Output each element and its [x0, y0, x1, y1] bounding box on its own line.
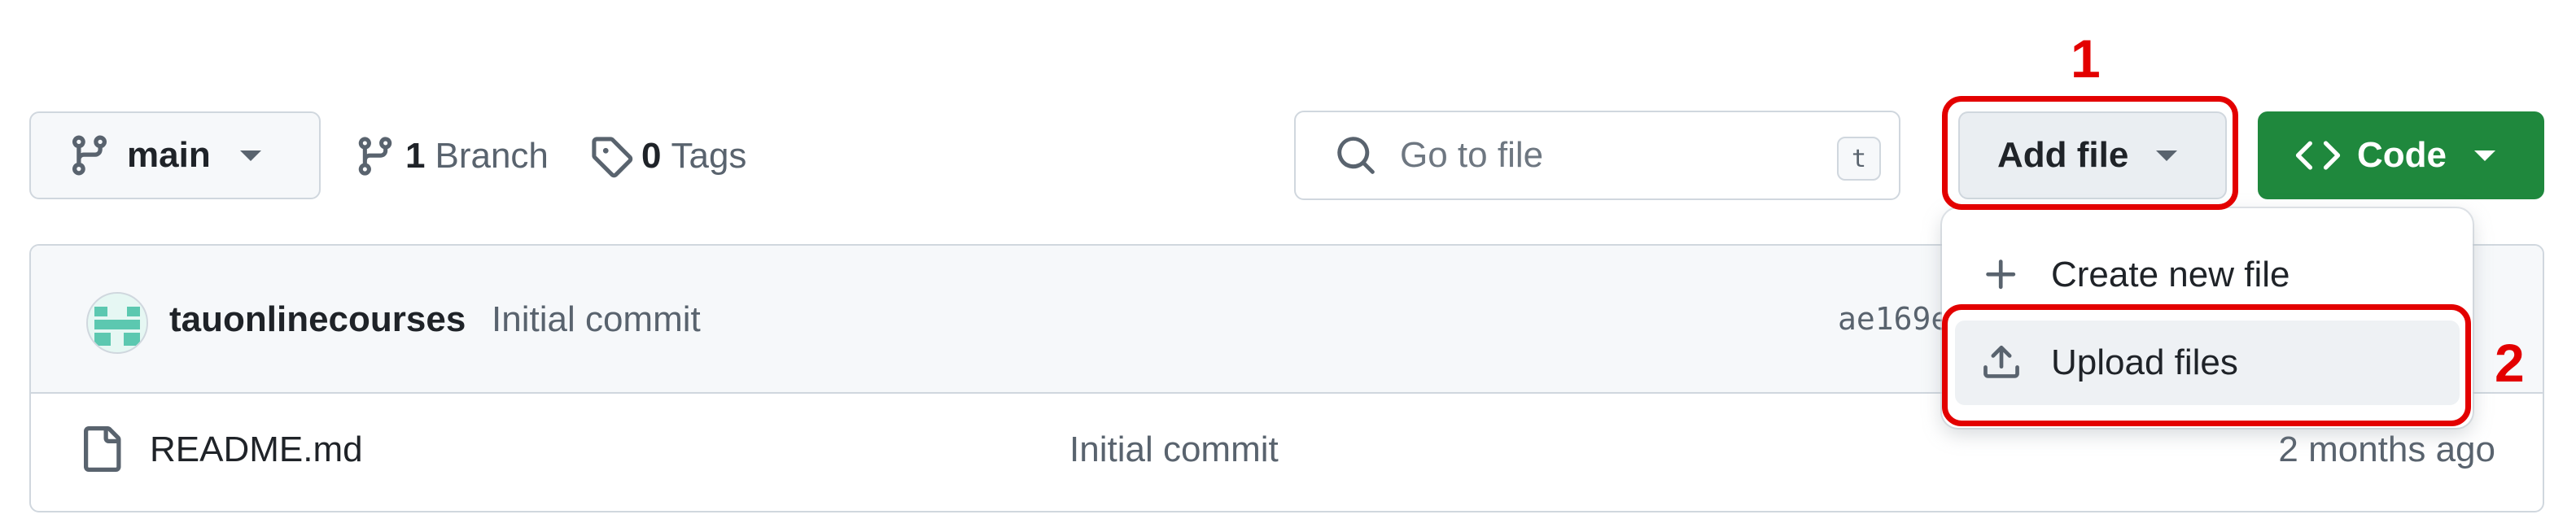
plus-icon [1986, 259, 2016, 290]
file-commit-message[interactable]: Initial commit [1069, 430, 1279, 470]
go-to-file-input[interactable] [1398, 134, 1825, 177]
tags-count: 0 [641, 136, 662, 176]
file-name[interactable]: README.md [150, 430, 363, 470]
code-button[interactable]: Code [2258, 111, 2544, 199]
search-icon [1337, 137, 1375, 174]
avatar[interactable] [86, 292, 148, 354]
go-to-file-search[interactable]: t [1294, 111, 1900, 200]
branches-count: 1 [405, 136, 426, 176]
keyboard-shortcut-hint: t [1837, 137, 1881, 181]
tag-icon [592, 137, 633, 178]
annotation-number-2: 2 [2495, 333, 2525, 393]
chevron-down-icon [239, 150, 261, 161]
annotation-highlight-1 [1942, 96, 2238, 210]
annotation-highlight-2 [1942, 304, 2471, 426]
commit-author[interactable]: tauonlinecourses [169, 299, 466, 340]
code-icon [2295, 141, 2341, 170]
branches-label: Branch [435, 136, 549, 176]
branch-selector-button[interactable]: main [29, 111, 321, 199]
chevron-down-icon [2474, 150, 2495, 161]
branches-link[interactable]: 1 Branch [353, 122, 549, 190]
branch-name: main [127, 135, 211, 175]
tags-link[interactable]: 0 Tags [589, 122, 746, 190]
file-commit-time: 2 months ago [2278, 430, 2495, 469]
tags-label: Tags [671, 136, 747, 176]
code-label: Code [2357, 135, 2447, 175]
commit-message[interactable]: Initial commit [492, 299, 701, 340]
file-icon [84, 426, 121, 472]
git-branch-icon [358, 137, 392, 176]
identicon-icon [88, 294, 147, 352]
git-branch-icon [72, 135, 107, 176]
menu-item-label: Create new file [2051, 255, 2290, 294]
annotation-number-1: 1 [2071, 28, 2101, 89]
